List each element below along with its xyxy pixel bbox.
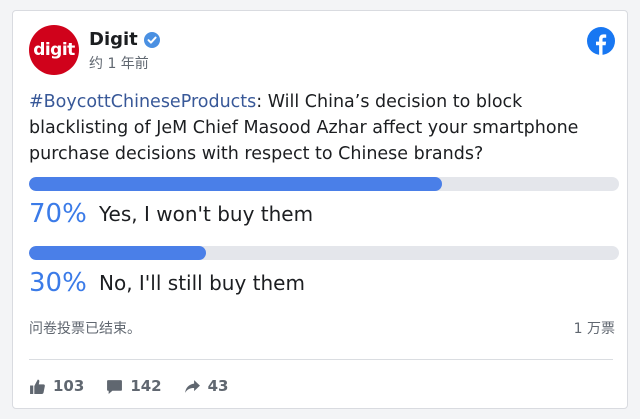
author-name[interactable]: Digit: [89, 29, 138, 50]
poll-percent-option-2: 30%: [29, 268, 87, 298]
poll-label-option-1: Yes, I won't buy them: [99, 202, 314, 226]
poll-option-1: 70% Yes, I won't buy them: [29, 199, 313, 229]
hashtag-link[interactable]: #BoycottChineseProducts: [29, 92, 256, 112]
poll-status: 问卷投票已结束。: [29, 321, 141, 337]
poll-bar-fill-option-1: [29, 177, 442, 191]
like-count: 103: [53, 377, 85, 395]
poll-option-2: 30% No, I'll still buy them: [29, 268, 305, 298]
poll-bar-option-2: [29, 246, 619, 260]
poll-label-option-2: No, I'll still buy them: [99, 271, 305, 295]
share-button[interactable]: 43: [184, 377, 229, 395]
like-icon: [30, 379, 45, 394]
comment-count: 142: [130, 377, 162, 395]
post-header: digit Digit 约 1 年前: [29, 25, 615, 77]
facebook-icon[interactable]: [587, 27, 615, 55]
post-timestamp[interactable]: 约 1 年前: [89, 53, 149, 73]
post-text: #BoycottChineseProducts: Will China’s de…: [29, 89, 617, 167]
avatar[interactable]: digit: [29, 25, 79, 75]
comment-icon: [107, 379, 123, 394]
share-icon: [184, 379, 200, 393]
comment-button[interactable]: 142: [106, 377, 162, 395]
poll-bar-option-1: [29, 177, 619, 191]
author-row: Digit: [89, 29, 160, 50]
verified-badge-icon: [143, 31, 160, 48]
vote-count: 1 万票: [573, 321, 615, 337]
avatar-logo-text: digit: [33, 40, 75, 60]
poll-bar-fill-option-2: [29, 246, 206, 260]
divider: [29, 359, 613, 360]
action-bar: 103 142 43: [29, 377, 251, 395]
like-button[interactable]: 103: [29, 377, 84, 395]
poll-card: digit Digit 约 1 年前 #BoycottChineseProduc…: [12, 10, 628, 409]
share-count: 43: [207, 377, 229, 395]
poll-percent-option-1: 70%: [29, 199, 87, 229]
